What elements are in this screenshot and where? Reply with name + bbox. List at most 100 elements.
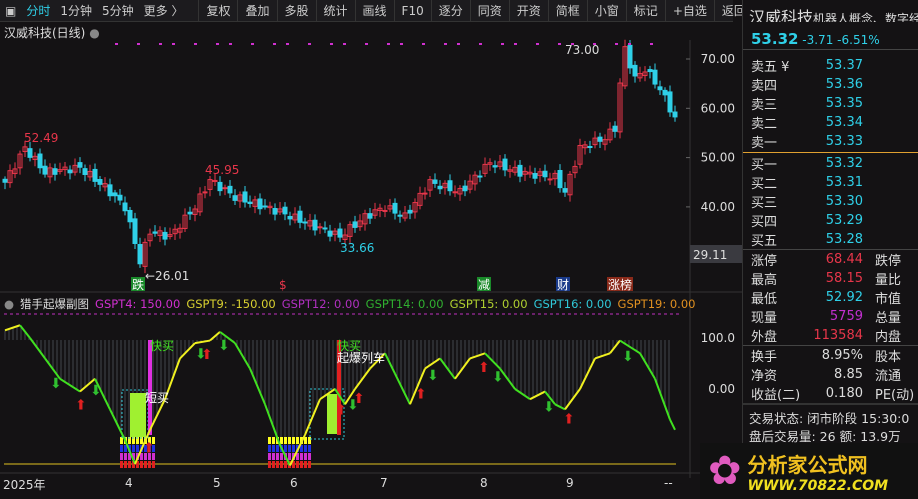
- arrow-up-icon: ⬆: [201, 347, 213, 363]
- quote-panel: 汉威科技机器人概念、数字经 53.32 -3.71 -6.51% 卖五 ¥ 53.…: [742, 0, 918, 444]
- bottom-fill: [284, 461, 287, 468]
- high-annotation: 52.49: [24, 131, 58, 145]
- last-price: 53.32: [751, 30, 799, 48]
- arrow-up-icon: ⬆: [563, 411, 575, 427]
- candle: [317, 226, 323, 229]
- arrow-up-icon: ⬆: [415, 387, 427, 403]
- quote.stats2-row: 净资 8.85 流通: [743, 365, 918, 384]
- row-label-2: 流通: [875, 369, 902, 384]
- toolbar-button-12[interactable]: +自选: [664, 0, 714, 22]
- arrow-down-icon: ⬇: [427, 368, 439, 384]
- quote.stats-row: 现量 5759 总量: [743, 307, 918, 326]
- chevron-down-icon[interactable]: ●: [89, 26, 99, 40]
- toolbar-button-3[interactable]: 统计: [315, 0, 355, 22]
- price-change: -3.71: [802, 33, 834, 47]
- candle: [492, 165, 498, 168]
- signal-dot: [286, 43, 289, 45]
- candle: [117, 194, 123, 201]
- candle: [287, 215, 293, 220]
- row-value: 53.33: [825, 134, 863, 149]
- x-axis-label: 6: [290, 476, 298, 490]
- x-axis-label: 8: [480, 476, 488, 490]
- signal-dot: [444, 43, 447, 45]
- candle: [437, 185, 443, 190]
- candle: [532, 173, 538, 179]
- signal-dot: [229, 43, 232, 45]
- bottom-fill: [268, 453, 271, 460]
- toolbar-button-8[interactable]: 开资: [508, 0, 548, 22]
- candle: [452, 191, 458, 194]
- signal-dot: [387, 43, 390, 45]
- row-label: 现量: [751, 311, 778, 326]
- bottom-fill: [308, 437, 311, 444]
- bottom-fill: [284, 445, 287, 452]
- panel-toggle-icon[interactable]: ▣: [0, 4, 21, 18]
- chart-title: 汉威科技(日线): [4, 26, 86, 40]
- indicator-value: GSPT15: 0.00: [449, 297, 528, 311]
- bottom-fill: [124, 461, 127, 468]
- toolbar-button-9[interactable]: 简框: [547, 0, 587, 22]
- row-label: 买五: [751, 234, 778, 249]
- candle: [97, 179, 103, 185]
- indicator-value: GSPT9: -150.00: [186, 297, 276, 311]
- candle: [262, 205, 268, 208]
- flower-logo-icon: ✿: [708, 448, 742, 494]
- toolbar-button-10[interactable]: 小窗: [586, 0, 626, 22]
- row-value: 53.34: [825, 115, 863, 130]
- candle: [432, 179, 438, 184]
- candle: [127, 209, 133, 223]
- low-annotation: ←26.01: [145, 269, 189, 283]
- tab-5min[interactable]: 5分钟: [97, 2, 139, 19]
- tab-1min[interactable]: 1分钟: [55, 2, 97, 19]
- kline-chart[interactable]: 70.00 60.00 50.00 40.00 29.11 100.0 0.00 52.49 ←…: [0, 0, 742, 499]
- arrow-up-icon: ⬆: [335, 403, 347, 419]
- candle: [232, 195, 238, 201]
- toolbar-button-5[interactable]: F10: [393, 0, 431, 22]
- candle: [562, 188, 568, 193]
- bottom-fill: [120, 437, 123, 444]
- candle: [672, 111, 678, 118]
- event-marker: $: [279, 278, 287, 292]
- signal-dot: [558, 43, 561, 45]
- quote.stats-row: 最低 52.92 市值: [743, 288, 918, 307]
- bottom-fill: [132, 445, 135, 452]
- bottom-fill: [308, 453, 311, 460]
- toolbar-button-0[interactable]: 复权: [198, 0, 237, 22]
- toolbar-button-1[interactable]: 叠加: [237, 0, 276, 22]
- candle: [202, 191, 208, 194]
- toolbar-button-4[interactable]: 画线: [354, 0, 394, 22]
- candle: [322, 227, 328, 230]
- signal-dot: [159, 43, 162, 45]
- candle: [42, 165, 48, 175]
- collapse-icon[interactable]: ●: [4, 297, 14, 311]
- toolbar-button-11[interactable]: 标记: [625, 0, 665, 22]
- quote.bids-row: 买四 53.29: [743, 211, 918, 230]
- row-label: 净资: [751, 369, 778, 384]
- candle: [597, 136, 603, 142]
- arrow-down-icon: ⬇: [50, 376, 62, 392]
- row-label-2: 股本: [875, 350, 902, 365]
- bottom-fill: [124, 453, 127, 460]
- candle: [122, 202, 128, 212]
- quote.stats2-row: 收益(二) 0.180 PE(动): [743, 384, 918, 403]
- candle: [352, 221, 358, 228]
- tab-more[interactable]: 更多 〉: [139, 2, 189, 19]
- arrow-down-icon: ⬇: [90, 383, 102, 399]
- toolbar-button-6[interactable]: 逐分: [430, 0, 470, 22]
- candle: [477, 175, 483, 178]
- bottom-fill: [308, 445, 311, 452]
- tab-intraday[interactable]: 分时: [21, 2, 55, 19]
- row-value: 68.44: [825, 252, 863, 267]
- candle: [422, 192, 428, 195]
- row-label: 卖四: [751, 79, 778, 94]
- candle: [542, 170, 548, 178]
- row-label: 买二: [751, 177, 778, 192]
- toolbar-button-7[interactable]: 同资: [469, 0, 509, 22]
- short-buy-label: 短买: [145, 391, 169, 405]
- bottom-fill: [144, 461, 147, 468]
- row-label: 买三: [751, 196, 778, 211]
- bottom-fill: [304, 461, 307, 468]
- arrow-up-icon: ⬆: [478, 360, 490, 376]
- price-axis-label: 40.00: [701, 200, 735, 214]
- toolbar-button-2[interactable]: 多股: [276, 0, 316, 22]
